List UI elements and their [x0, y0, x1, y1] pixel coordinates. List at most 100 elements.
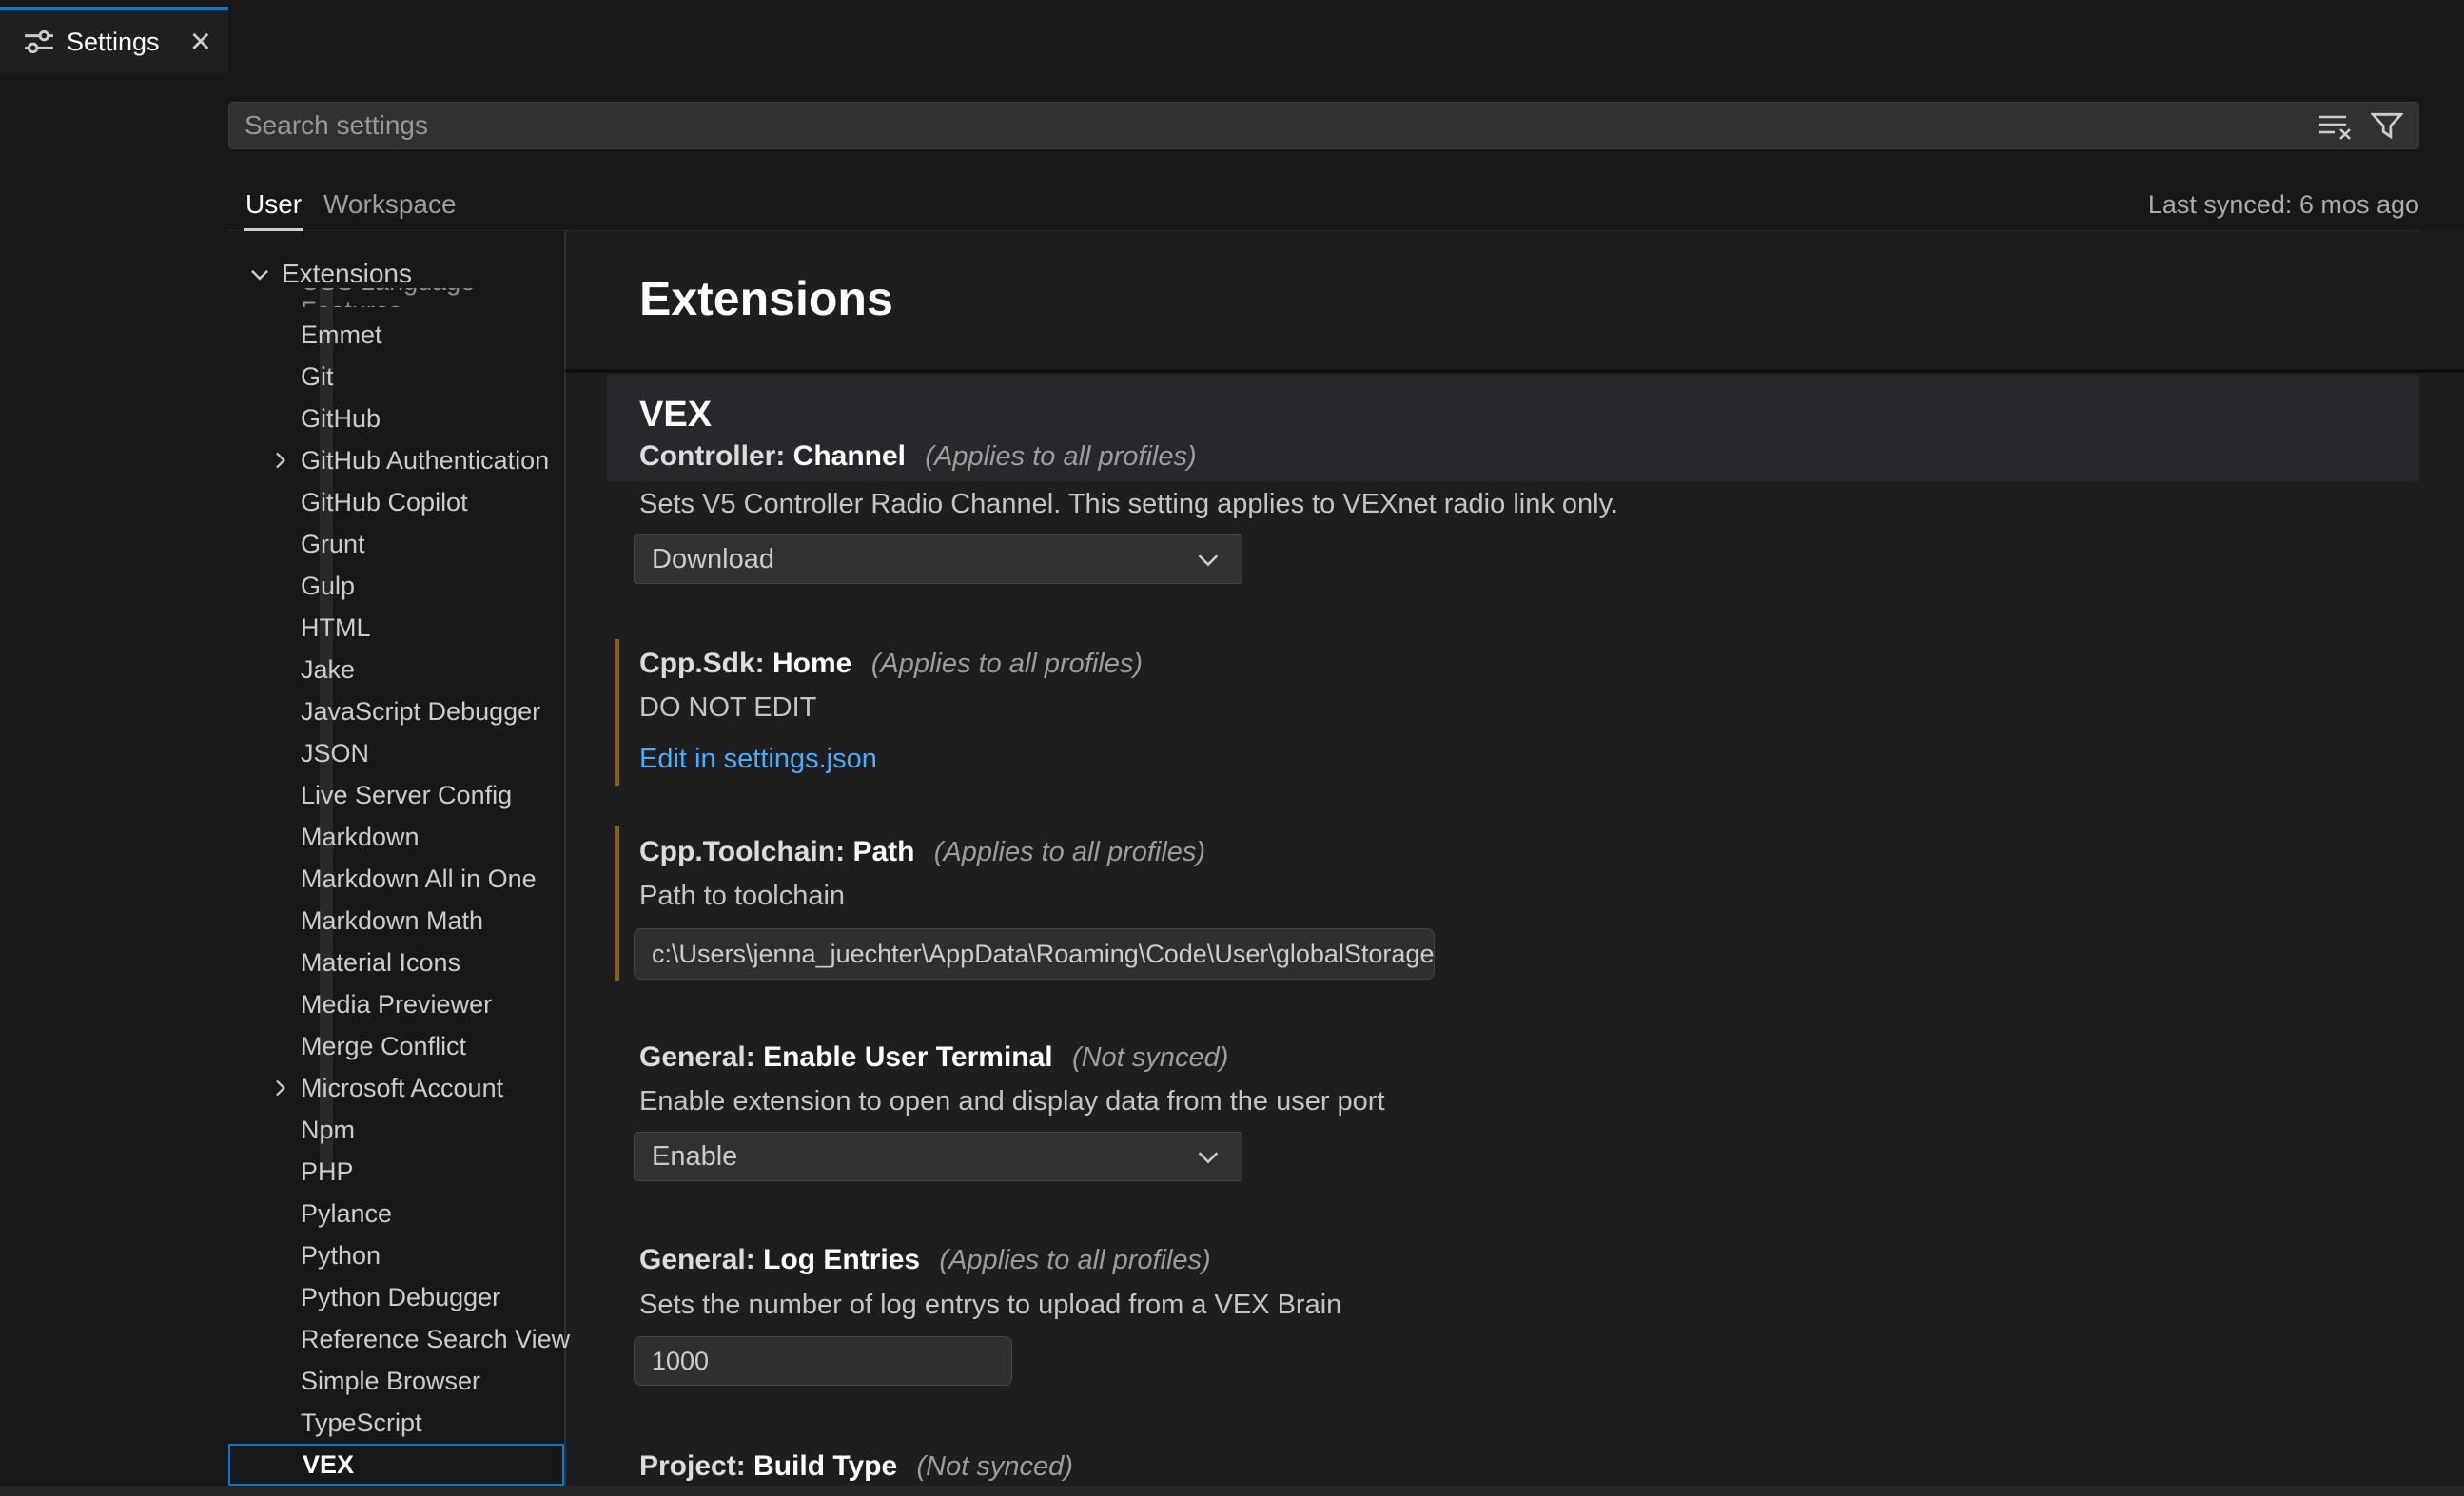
- toc-item[interactable]: Jake: [228, 649, 564, 690]
- toc-item-label: Jake: [301, 655, 355, 685]
- toc-item-label: Python Debugger: [301, 1283, 500, 1312]
- settings-editor-window: Settings × Search settings User Workspac…: [0, 0, 2464, 1496]
- chevron-down-icon: [1194, 545, 1222, 573]
- search-input[interactable]: Search settings: [244, 110, 2317, 141]
- toc-item[interactable]: Markdown Math: [228, 900, 564, 942]
- controller-channel-select[interactable]: Download: [634, 534, 1242, 584]
- toc-item-label: Merge Conflict: [301, 1032, 466, 1061]
- toc-item[interactable]: Markdown: [228, 816, 564, 858]
- toc-item[interactable]: Reference Search View: [228, 1318, 564, 1360]
- modified-indicator: [615, 639, 619, 786]
- editor-tab-strip: Settings ×: [0, 0, 2464, 73]
- tab-close-icon[interactable]: ×: [190, 24, 211, 60]
- toc-item[interactable]: Npm: [228, 1109, 564, 1151]
- setting-name: Log Entries: [763, 1244, 920, 1275]
- toc-item[interactable]: HTML: [228, 607, 564, 649]
- setting-label-cpp-toolchain-path: Cpp.Toolchain: Path (Applies to all prof…: [639, 833, 1205, 871]
- setting-scope: (Not synced): [1072, 1042, 1228, 1073]
- toc-item[interactable]: Markdown All in One: [228, 858, 564, 900]
- toc-item[interactable]: Python Debugger: [228, 1276, 564, 1318]
- tab-user[interactable]: User: [244, 181, 303, 231]
- setting-prefix: Project:: [639, 1450, 746, 1482]
- setting-desc-cpp-toolchain-path: Path to toolchain: [639, 877, 845, 915]
- enable-user-terminal-select[interactable]: Enable: [634, 1132, 1242, 1181]
- toc-item-label: Markdown Math: [301, 906, 483, 936]
- toc-item[interactable]: VEX: [228, 1444, 564, 1486]
- toc-item[interactable]: Material Icons: [228, 942, 564, 983]
- section-title: VEX: [639, 394, 712, 436]
- toc-item[interactable]: GitHub: [228, 398, 564, 439]
- toc-item[interactable]: Media Previewer: [228, 983, 564, 1025]
- setting-name: Channel: [793, 440, 906, 472]
- setting-scope: (Not synced): [917, 1451, 1073, 1482]
- toc-item-label: GitHub Copilot: [301, 488, 468, 517]
- toc-item[interactable]: Gulp: [228, 565, 564, 607]
- setting-prefix: Controller:: [639, 440, 785, 472]
- toc-section-extensions[interactable]: Extensions: [228, 260, 564, 288]
- page-title: Extensions: [639, 274, 893, 323]
- toc-item[interactable]: Live Server Config: [228, 774, 564, 816]
- setting-prefix: General:: [639, 1041, 755, 1073]
- settings-sliders-icon: [23, 26, 55, 58]
- toc-item[interactable]: Emmet: [228, 314, 564, 356]
- toc-item-label: TypeScript: [301, 1409, 422, 1438]
- toc-item[interactable]: PHP: [228, 1151, 564, 1193]
- setting-label-enable-user-terminal: General: Enable User Terminal (Not synce…: [639, 1039, 1228, 1077]
- chevron-right-icon: [268, 449, 291, 472]
- chevron-down-icon: [1194, 1142, 1222, 1171]
- sticky-shadow: [565, 369, 2464, 373]
- toc-item-label: Grunt: [301, 530, 365, 559]
- filter-icon[interactable]: [2371, 109, 2403, 142]
- toc-item[interactable]: Simple Browser: [228, 1360, 564, 1402]
- toc-item-label: HTML: [301, 613, 371, 643]
- last-synced-label: Last synced: 6 mos ago: [2148, 181, 2419, 228]
- settings-tab[interactable]: Settings ×: [0, 7, 228, 73]
- toc-item-label: JavaScript Debugger: [301, 697, 540, 727]
- modified-indicator: [615, 826, 619, 981]
- toc-item-label: Npm: [301, 1116, 355, 1145]
- settings-search-bar[interactable]: Search settings: [228, 102, 2419, 149]
- cpp-toolchain-path-input[interactable]: c:\Users\jenna_juechter\AppData\Roaming\…: [634, 928, 1435, 980]
- tab-workspace[interactable]: Workspace: [323, 181, 457, 228]
- toc-item[interactable]: Git: [228, 356, 564, 398]
- setting-name: Home: [772, 648, 851, 679]
- toc-item[interactable]: Grunt: [228, 523, 564, 565]
- log-entries-input[interactable]: 1000: [634, 1336, 1012, 1386]
- setting-name: Enable User Terminal: [763, 1041, 1053, 1073]
- setting-label-controller-channel: Controller: Channel (Applies to all prof…: [639, 437, 1197, 476]
- toc-item-label: Material Icons: [301, 948, 460, 978]
- chevron-down-icon: [247, 262, 272, 286]
- toc-item[interactable]: GitHub Copilot: [228, 481, 564, 523]
- toc-item[interactable]: JSON: [228, 732, 564, 774]
- toc-item[interactable]: Pylance: [228, 1193, 564, 1234]
- toc-item[interactable]: Microsoft Account: [228, 1067, 564, 1109]
- toc-item[interactable]: TypeScript: [228, 1402, 564, 1444]
- settings-scope-row: User Workspace Last synced: 6 mos ago: [228, 181, 2419, 231]
- toc-item[interactable]: Merge Conflict: [228, 1025, 564, 1067]
- setting-desc-cpp-sdk-home: DO NOT EDIT: [639, 689, 816, 727]
- setting-prefix: General:: [639, 1244, 755, 1275]
- toc-item-label: Pylance: [301, 1199, 392, 1229]
- toc-item-label: Markdown All in One: [301, 865, 537, 894]
- setting-desc-controller-channel: Sets V5 Controller Radio Channel. This s…: [639, 485, 1618, 523]
- toc-item-label: Media Previewer: [301, 990, 492, 1020]
- setting-scope: (Applies to all profiles): [871, 649, 1143, 679]
- edit-in-settings-json-link[interactable]: Edit in settings.json: [639, 740, 877, 778]
- input-value: c:\Users\jenna_juechter\AppData\Roaming\…: [652, 940, 1434, 969]
- toc-item-label: Markdown: [301, 823, 420, 852]
- toc-item-label: Live Server Config: [301, 781, 512, 810]
- toc-item-label: Git: [301, 362, 334, 392]
- toc-item-label: GitHub Authentication: [301, 446, 549, 476]
- toc-item[interactable]: JavaScript Debugger: [228, 690, 564, 732]
- setting-desc-enable-user-terminal: Enable extension to open and display dat…: [639, 1082, 1385, 1120]
- toc-item[interactable]: GitHub Authentication: [228, 439, 564, 481]
- toc-item[interactable]: Python: [228, 1234, 564, 1276]
- toc-item-label: GitHub: [301, 404, 381, 434]
- setting-name: Path: [852, 836, 914, 867]
- select-value: Enable: [652, 1141, 1194, 1173]
- toc-item-label: PHP: [301, 1157, 354, 1187]
- setting-name: Build Type: [753, 1450, 897, 1482]
- clear-search-results-icon[interactable]: [2317, 109, 2354, 142]
- input-value: 1000: [652, 1347, 709, 1376]
- toc-item-label: Python: [301, 1241, 381, 1271]
